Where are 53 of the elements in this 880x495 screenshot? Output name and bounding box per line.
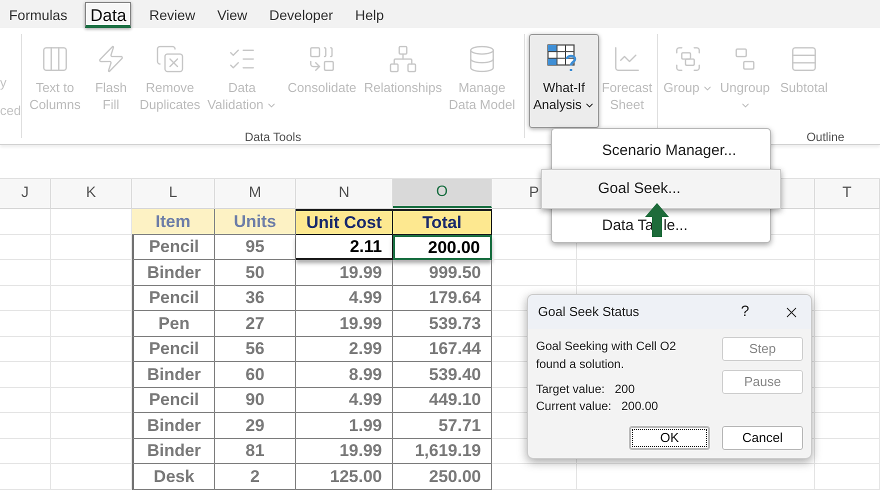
ribbon-label: ced xyxy=(0,102,21,120)
field-value: 200.00 xyxy=(621,398,658,415)
table-cell: 57.71 xyxy=(393,413,492,438)
table-cell: 1,619.19 xyxy=(393,438,492,464)
table-cell: 200.00 xyxy=(393,234,492,260)
table-cell: 179.64 xyxy=(393,286,492,311)
field-label: Target value: xyxy=(536,381,605,398)
table-cell: 2 xyxy=(215,464,296,490)
table-header-cell: Unit Cost xyxy=(296,209,393,234)
table-cell: 8.99 xyxy=(296,362,393,388)
table-cell: Binder xyxy=(132,260,215,286)
table-header-cell: Total xyxy=(393,209,492,234)
table-cell: 60 xyxy=(215,362,296,388)
table-header-cell: Item xyxy=(132,209,215,234)
table-cell: 2.99 xyxy=(296,336,393,362)
table-cell: 167.44 xyxy=(393,336,492,362)
table-cell: 539.40 xyxy=(393,362,492,388)
group-label: Outline xyxy=(806,129,844,146)
table-cell: 4.99 xyxy=(296,286,393,311)
table-cell: 36 xyxy=(215,286,296,311)
status-message: Goal Seeking with Cell O2 found a solution. xyxy=(536,338,678,373)
table-cell: 4.99 xyxy=(296,388,393,413)
table-cell: 50 xyxy=(215,260,296,286)
table-cell: Binder xyxy=(132,413,215,438)
table-cell: Binder xyxy=(132,362,215,388)
table-cell: 449.10 xyxy=(393,388,492,413)
table-cell: Pencil xyxy=(132,234,215,260)
table-cell: 81 xyxy=(215,438,296,464)
group-label: Data Tools xyxy=(244,129,302,146)
table-cell: Pencil xyxy=(132,388,215,413)
table-cell: Desk xyxy=(132,464,215,490)
table-cell: 90 xyxy=(215,388,296,413)
table-header-cell: Units xyxy=(215,209,296,234)
table-cell: Binder xyxy=(132,438,215,464)
table-cell: 250.00 xyxy=(393,464,492,490)
table-cell: 19.99 xyxy=(296,438,393,464)
dialog-title: Goal Seek Status xyxy=(538,303,640,322)
table-cell: 27 xyxy=(215,311,296,336)
table-cell: 1.99 xyxy=(296,413,393,438)
table-cell: Pencil xyxy=(132,336,215,362)
ribbon-label: y xyxy=(0,74,6,92)
table-cell: Pencil xyxy=(132,286,215,311)
table-cell: 29 xyxy=(215,413,296,438)
table-cell: 19.99 xyxy=(296,260,393,286)
table-cell: 999.50 xyxy=(393,260,492,286)
table-cell: 19.99 xyxy=(296,311,393,336)
table-cell: 2.11 xyxy=(296,234,393,260)
field-value: 200 xyxy=(614,381,635,398)
table-cell: 56 xyxy=(215,336,296,362)
field-label: Current value: xyxy=(536,398,612,415)
table-cell: 125.00 xyxy=(296,464,393,490)
table-cell: Pen xyxy=(132,311,215,336)
table-cell: 539.73 xyxy=(393,311,492,336)
